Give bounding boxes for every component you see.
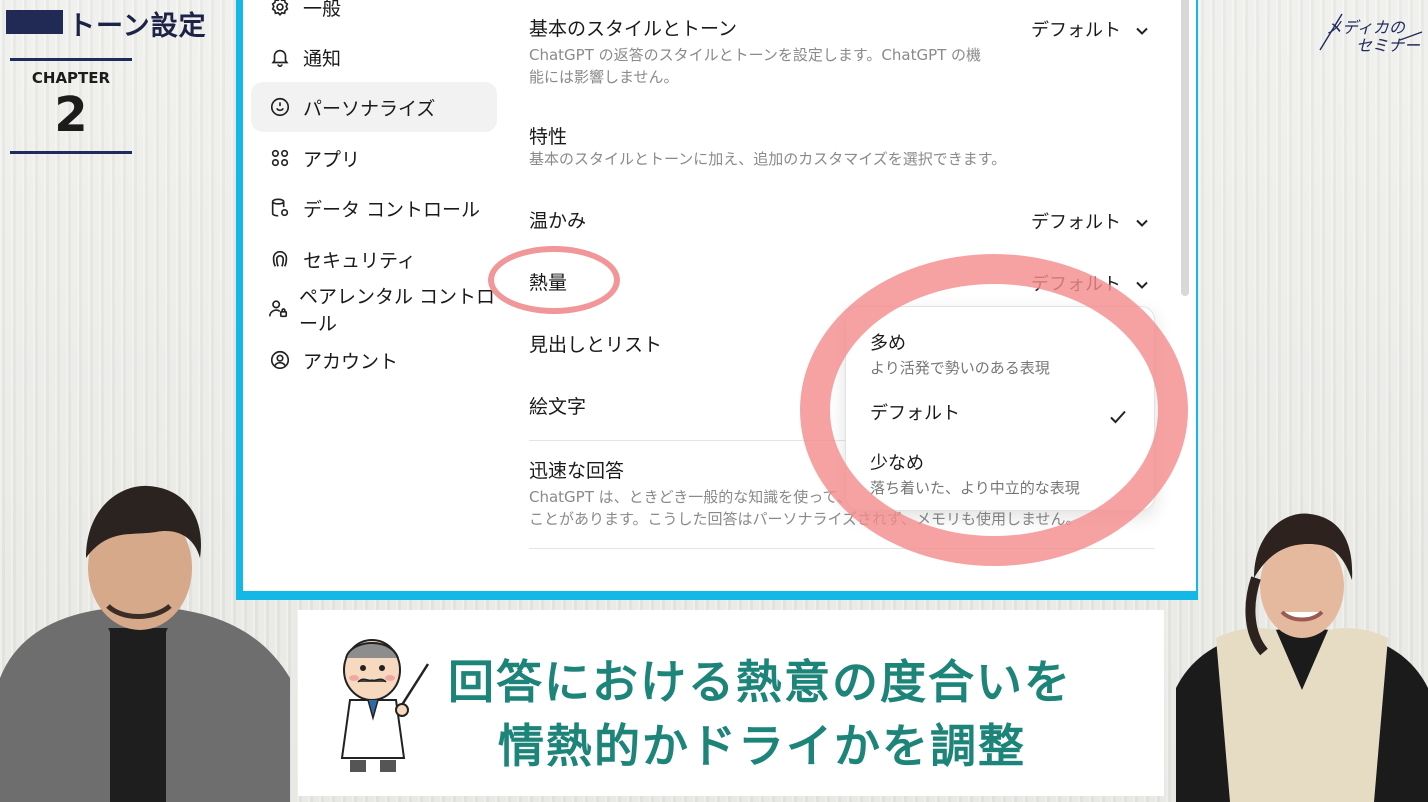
chevron-down-icon xyxy=(1135,276,1149,290)
sidebar-item-notifications[interactable]: 通知 xyxy=(251,32,497,82)
sidebar-item-label: アプリ xyxy=(303,148,361,171)
caption-box: 回答における熱意の度合いを 情熱的かドライかを調整 xyxy=(298,610,1164,796)
warmth-value: デフォルト xyxy=(1031,212,1121,233)
caption-line-2: 情熱的かドライかを調整 xyxy=(498,719,1026,773)
sidebar-item-data-controls[interactable]: データ コントロール xyxy=(251,183,497,233)
sidebar-item-label: セキュリティ xyxy=(303,249,416,272)
warmth-label: 温かみ xyxy=(529,210,587,232)
sidebar-item-label: パーソナライズ xyxy=(303,97,436,120)
scrollbar[interactable] xyxy=(1181,0,1189,296)
chapter-bottom-rule xyxy=(10,151,132,154)
account-circle-icon xyxy=(267,347,293,373)
base-style-select[interactable]: デフォルト xyxy=(1031,16,1149,42)
chevron-down-icon xyxy=(1135,214,1149,228)
traits-description: 基本のスタイルとトーンに加え、追加のカスタマイズを選択できます。 xyxy=(529,150,1007,168)
sidebar-item-account[interactable]: アカウント xyxy=(251,335,497,385)
professor-mascot-icon xyxy=(340,639,430,772)
seminar-logo: メディカの セミナー xyxy=(1316,10,1424,55)
sidebar-item-parental-controls[interactable]: ペアレンタル コントロール xyxy=(251,284,497,335)
sidebar-item-general[interactable]: 一般 xyxy=(251,0,497,32)
gear-icon xyxy=(267,0,293,20)
quick-answers-description-1: ChatGPT は、ときどき一般的な知識を使って、す xyxy=(529,488,867,506)
caption-line-1: 回答における熱意の度合いを xyxy=(448,655,1072,709)
chapter-number: 2 xyxy=(54,87,88,143)
presenter-right-image xyxy=(1176,513,1428,802)
chapter-label: CHAPTER xyxy=(31,69,111,87)
apps-grid-icon xyxy=(267,145,293,171)
bell-icon xyxy=(267,44,293,70)
sidebar-item-apps[interactable]: アプリ xyxy=(251,133,497,183)
fingerprint-icon xyxy=(267,246,293,272)
chapter-top-rule xyxy=(10,58,132,61)
headers-lists-label: 見出しとリスト xyxy=(529,334,663,356)
sidebar-item-label: アカウント xyxy=(303,350,399,373)
page-title: トーン設定 xyxy=(68,11,207,42)
sidebar-item-security[interactable]: セキュリティ xyxy=(251,234,497,284)
chevron-down-icon xyxy=(1135,22,1149,36)
base-style-description-1: ChatGPT の返答のスタイルとトーンを設定します。ChatGPT の機 xyxy=(529,46,982,64)
sidebar-item-personalize[interactable]: パーソナライズ xyxy=(251,82,497,132)
warmth-select[interactable]: デフォルト xyxy=(1031,208,1149,234)
sidebar-item-label: 通知 xyxy=(303,47,342,70)
sidebar-item-label: データ コントロール xyxy=(303,198,481,221)
sidebar-item-label: 一般 xyxy=(303,0,342,20)
logo-swoosh-icon xyxy=(1319,13,1423,51)
personalize-icon xyxy=(267,94,293,120)
database-icon xyxy=(267,195,293,221)
traits-label: 特性 xyxy=(529,126,568,148)
sidebar-item-label: ペアレンタル コントロール xyxy=(299,286,496,335)
base-style-value: デフォルト xyxy=(1031,20,1121,41)
highlight-ring-dropdown xyxy=(800,254,1188,566)
title-bar-decoration xyxy=(6,10,63,34)
base-style-label: 基本のスタイルとトーン xyxy=(529,18,738,40)
highlight-ring-enthusiasm xyxy=(488,246,620,314)
parental-user-icon xyxy=(267,296,289,322)
emoji-label: 絵文字 xyxy=(529,396,587,418)
quick-answers-label: 迅速な回答 xyxy=(529,460,625,482)
presenter-left-image xyxy=(0,485,290,802)
base-style-description-2: 能には影響しません。 xyxy=(529,68,679,86)
